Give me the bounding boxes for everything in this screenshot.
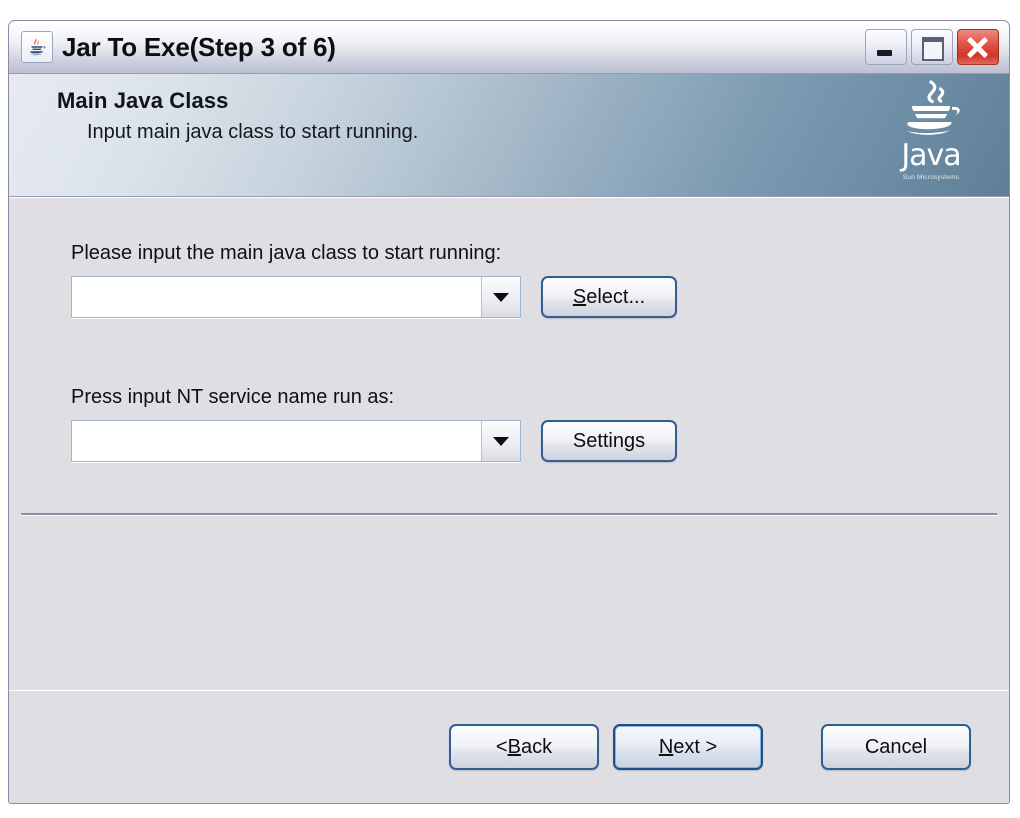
cancel-button[interactable]: Cancel xyxy=(821,724,971,770)
main-class-combobox[interactable] xyxy=(71,276,521,318)
footer-separator xyxy=(21,513,997,515)
banner-title: Main Java Class xyxy=(57,88,229,113)
java-logo: Java Sun Microsystems xyxy=(885,78,977,194)
main-class-input[interactable] xyxy=(72,277,481,317)
title-bar: Jar To Exe(Step 3 of 6) xyxy=(9,21,1009,74)
banner-text-group: Main Java Class Input main java class to… xyxy=(57,88,418,144)
minimize-button[interactable] xyxy=(865,29,907,65)
next-button[interactable]: Next > xyxy=(613,724,763,770)
jar-to-exe-window: Jar To Exe(Step 3 of 6) Main Java Class … xyxy=(8,20,1010,804)
nt-service-row: Press input NT service name run as: Sett… xyxy=(71,386,677,462)
java-cup-icon xyxy=(21,31,53,63)
maximize-button[interactable] xyxy=(911,29,953,65)
java-wordmark: Java xyxy=(901,138,961,173)
window-controls xyxy=(865,29,999,65)
nt-service-label: Press input NT service name run as: xyxy=(71,386,395,408)
wizard-footer: < Back Next > Cancel xyxy=(9,690,1009,803)
nt-service-input[interactable] xyxy=(72,421,481,461)
close-button[interactable] xyxy=(957,29,999,65)
select-button[interactable]: Select... xyxy=(541,276,677,318)
main-class-row: Please input the main java class to star… xyxy=(71,242,677,318)
wizard-header-banner: Main Java Class Input main java class to… xyxy=(9,74,1009,197)
java-tagline: Sun Microsystems xyxy=(902,173,960,181)
content-panel: Please input the main java class to star… xyxy=(9,197,1009,690)
banner-subtitle: Input main java class to start running. xyxy=(87,121,419,143)
back-button[interactable]: < Back xyxy=(449,724,599,770)
settings-button[interactable]: Settings xyxy=(541,420,677,462)
window-title: Jar To Exe(Step 3 of 6) xyxy=(62,31,336,62)
chevron-down-icon[interactable] xyxy=(481,277,520,317)
chevron-down-icon[interactable] xyxy=(481,421,520,461)
nt-service-combobox[interactable] xyxy=(71,420,521,462)
main-class-label: Please input the main java class to star… xyxy=(71,242,502,264)
